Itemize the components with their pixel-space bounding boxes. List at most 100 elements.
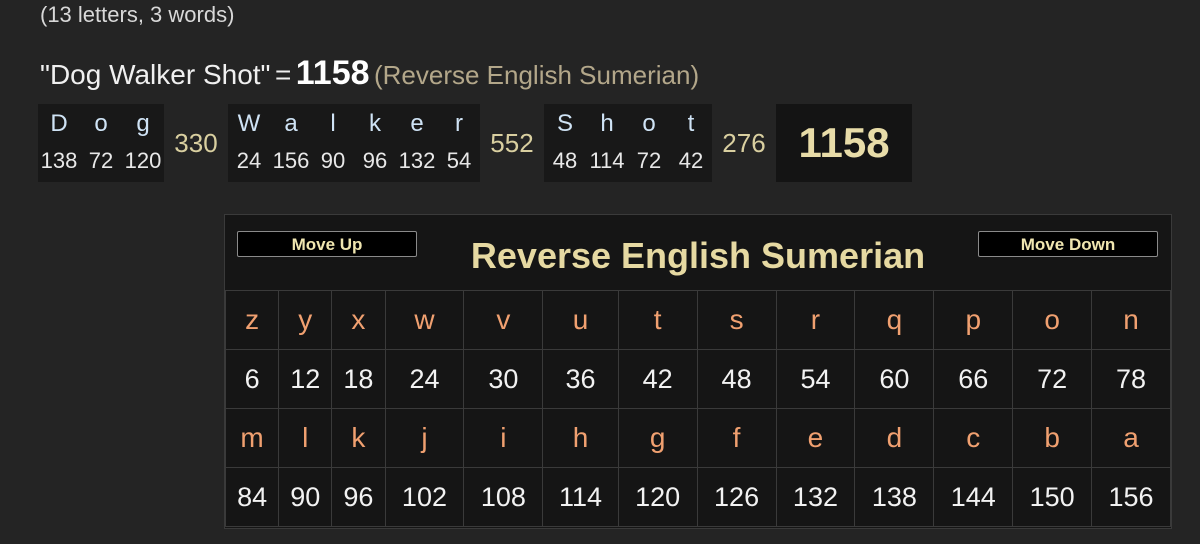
cipher-value: 144 — [933, 467, 1014, 527]
letter: h — [600, 110, 614, 137]
move-down-button[interactable]: Move Down — [978, 231, 1158, 257]
cipher-value: 114 — [542, 467, 619, 527]
cipher-value: 24 — [384, 349, 465, 409]
letter-cell: l 90 — [312, 104, 354, 182]
cipher-letter: f — [696, 408, 777, 468]
cipher-letter-row: m l k j i h g f e d c b a — [224, 408, 1171, 468]
letter-value: 120 — [124, 148, 162, 173]
letter-value: 114 — [589, 148, 625, 173]
cipher-letter: h — [542, 408, 619, 468]
letter-value: 54 — [446, 148, 472, 173]
cipher-value: 72 — [1012, 349, 1093, 409]
cipher-letter: s — [696, 290, 777, 350]
phrase-total: 1158 — [295, 54, 370, 92]
cipher-value-row: 6 12 18 24 30 36 42 48 54 60 66 72 78 — [224, 349, 1171, 409]
letter-cell: D 138 — [38, 104, 80, 182]
cipher-value: 96 — [331, 467, 386, 527]
word-group-walker: W 24 a 156 l 90 k 96 e 132 r 54 552 — [228, 104, 544, 182]
letter-value: 42 — [678, 148, 704, 173]
letter: k — [369, 110, 381, 137]
letter-value: 48 — [552, 148, 578, 173]
cipher-value: 126 — [696, 467, 777, 527]
letter-cell: h 114 — [586, 104, 628, 182]
cipher-letter: p — [933, 290, 1014, 350]
letter-cell: a 156 — [270, 104, 312, 182]
grand-total: 1158 — [776, 104, 912, 182]
cipher-value: 78 — [1091, 349, 1171, 409]
cipher-letter: o — [1012, 290, 1093, 350]
cipher-letter: v — [463, 290, 544, 350]
cipher-letter: x — [331, 290, 386, 350]
letter: o — [642, 110, 656, 137]
letter-cell: e 132 — [396, 104, 438, 182]
word-group-shot: S 48 h 114 o 72 t 42 276 — [544, 104, 776, 182]
cipher-letter: a — [1091, 408, 1171, 468]
cipher-letter: z — [224, 290, 280, 350]
letter: a — [284, 110, 298, 137]
letter-cell: r 54 — [438, 104, 480, 182]
cipher-letter: y — [278, 290, 333, 350]
letter: e — [410, 110, 424, 137]
word-group-dog: D 138 o 72 g 120 330 — [38, 104, 228, 182]
letter-value: 132 — [398, 148, 436, 173]
cipher-value: 84 — [224, 467, 280, 527]
cipher-value: 102 — [384, 467, 465, 527]
cipher-letter: q — [854, 290, 935, 350]
letter-cell: o 72 — [80, 104, 122, 182]
cipher-letter: j — [384, 408, 465, 468]
letter-cell: k 96 — [354, 104, 396, 182]
word-subtotal: 276 — [712, 104, 776, 182]
word-subtotal: 552 — [480, 104, 544, 182]
letter-value: 156 — [272, 148, 310, 173]
cipher-letter: c — [933, 408, 1014, 468]
letter-value: 24 — [236, 148, 262, 173]
cipher-letter: i — [463, 408, 544, 468]
cipher-value: 156 — [1091, 467, 1171, 527]
cipher-letter: u — [542, 290, 619, 350]
letter-value: 138 — [40, 148, 78, 173]
letter: g — [136, 110, 150, 137]
cipher-letter: e — [775, 408, 856, 468]
letter-value: 96 — [362, 148, 388, 173]
letter-value: 90 — [320, 148, 346, 173]
cipher-grid: z y x w v u t s r q p o n 6 12 18 24 30 … — [224, 290, 1171, 527]
letter-value: 72 — [88, 148, 114, 173]
letter-cell: W 24 — [228, 104, 270, 182]
cipher-letter: k — [331, 408, 386, 468]
letter: W — [237, 110, 261, 137]
cipher-value: 42 — [617, 349, 698, 409]
letter: r — [455, 110, 463, 137]
letter-cell: S 48 — [544, 104, 586, 182]
cipher-value: 36 — [542, 349, 619, 409]
cipher-value: 48 — [696, 349, 777, 409]
cipher-letter: g — [617, 408, 698, 468]
cipher-value: 6 — [224, 349, 280, 409]
cipher-value: 150 — [1012, 467, 1093, 527]
cipher-value: 30 — [463, 349, 544, 409]
cipher-letter: r — [775, 290, 856, 350]
cipher-value: 12 — [278, 349, 333, 409]
equals-sign: = — [274, 59, 292, 90]
cipher-letter: n — [1091, 290, 1171, 350]
cipher-value: 120 — [617, 467, 698, 527]
cipher-letter-row: z y x w v u t s r q p o n — [224, 290, 1171, 350]
phrase-text: "Dog Walker Shot" — [40, 59, 271, 90]
letter-cell: g 120 — [122, 104, 164, 182]
cipher-name[interactable]: (Reverse English Sumerian) — [374, 60, 699, 90]
cipher-letter: b — [1012, 408, 1093, 468]
cipher-value: 108 — [463, 467, 544, 527]
letter: D — [50, 110, 68, 137]
cipher-letter: m — [224, 408, 280, 468]
cipher-value: 138 — [854, 467, 935, 527]
word-breakdown-table: D 138 o 72 g 120 330 W 24 a 156 l 90 k 96 e 132 … — [38, 104, 912, 182]
cipher-value: 66 — [933, 349, 1014, 409]
cipher-letter: d — [854, 408, 935, 468]
letter-value: 72 — [636, 148, 662, 173]
cipher-letter: l — [278, 408, 333, 468]
phrase-result: "Dog Walker Shot" = 1158 (Reverse Englis… — [40, 48, 699, 98]
letter: o — [94, 110, 108, 137]
cipher-letter: w — [384, 290, 465, 350]
cipher-value: 18 — [331, 349, 386, 409]
letter: S — [556, 110, 573, 137]
letter: t — [687, 110, 695, 137]
